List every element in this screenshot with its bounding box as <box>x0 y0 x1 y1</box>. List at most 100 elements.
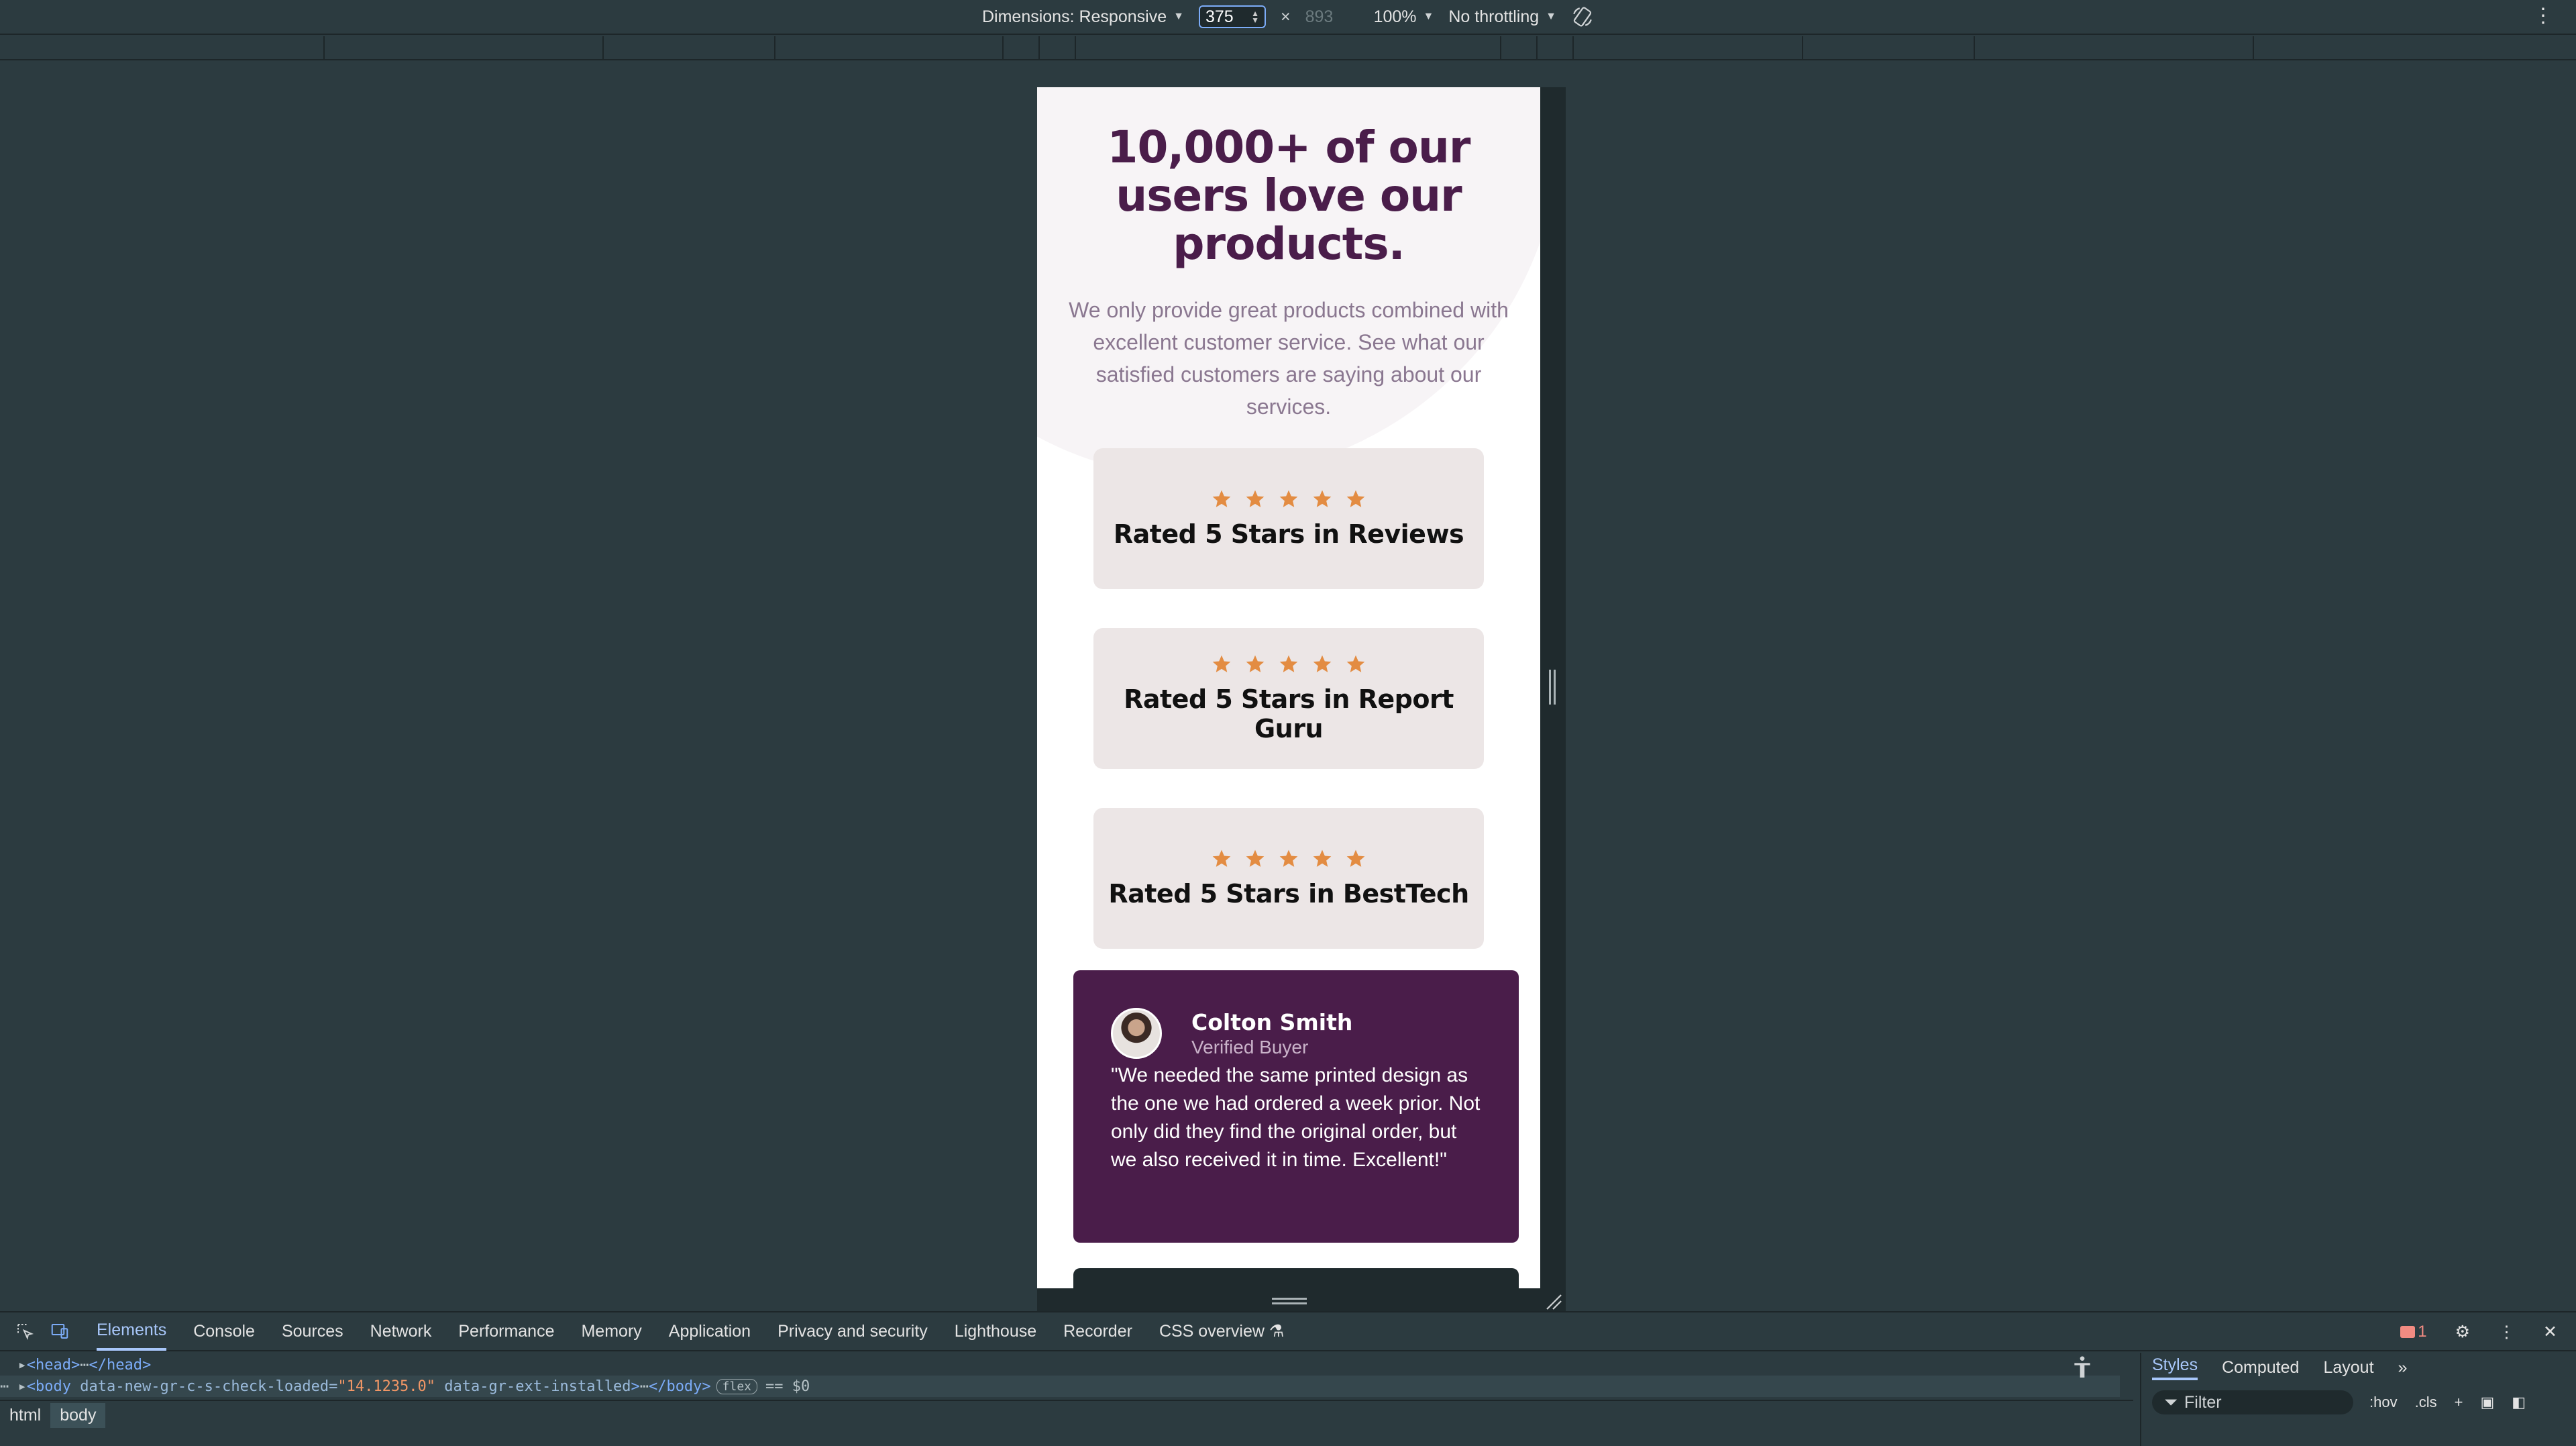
tab-css-overview-label: CSS overview <box>1159 1321 1265 1341</box>
device-toolbar-controls: Dimensions: Responsive ▼ 375 ▲ ▼ × 893 10… <box>982 5 1594 28</box>
tab-elements[interactable]: Elements <box>97 1312 167 1351</box>
testimonial-author: Colton Smith Verified Buyer <box>1191 1009 1352 1058</box>
star-icon <box>1346 490 1365 507</box>
body-attr-name: data-gr-ext-installed <box>444 1378 631 1395</box>
tab-computed[interactable]: Computed <box>2222 1358 2299 1378</box>
star-icon <box>1246 849 1265 867</box>
ellipsis-icon: ⋯ <box>80 1356 89 1374</box>
hov-toggle[interactable]: :hov <box>2369 1394 2398 1411</box>
tab-sources[interactable]: Sources <box>282 1312 343 1351</box>
resize-corner-icon[interactable] <box>1543 1291 1563 1311</box>
more-options-icon[interactable]: ⋮ <box>2498 1322 2515 1342</box>
sidebar-toggle-icon[interactable]: ◧ <box>2512 1394 2526 1411</box>
chevron-down-icon: ▼ <box>1423 11 1434 22</box>
rating-label: Rated 5 Stars in Report Guru <box>1124 684 1454 743</box>
issues-badge[interactable]: 1 <box>2400 1323 2427 1341</box>
tag-close-bracket: > <box>631 1378 640 1395</box>
star-icon <box>1279 655 1298 672</box>
star-rating <box>1211 654 1366 675</box>
tab-recorder[interactable]: Recorder <box>1063 1312 1132 1351</box>
breadcrumb-html[interactable]: html <box>0 1403 50 1428</box>
ruler-tick <box>1974 36 1975 60</box>
star-icon <box>1246 490 1265 507</box>
rating-label: Rated 5 Stars in Reviews <box>1113 519 1464 549</box>
more-options-icon[interactable]: ⋮ <box>2533 4 2553 28</box>
tab-memory[interactable]: Memory <box>581 1312 641 1351</box>
ruler-tick <box>1002 36 1004 60</box>
tab-performance[interactable]: Performance <box>458 1312 554 1351</box>
filter-placeholder: Filter <box>2184 1392 2222 1412</box>
tab-privacy-security[interactable]: Privacy and security <box>777 1312 928 1351</box>
close-icon[interactable]: ✕ <box>2543 1322 2557 1342</box>
styles-toolbar: :hov .cls + ▣ ◧ <box>2369 1390 2526 1414</box>
star-icon <box>1212 490 1231 507</box>
tab-application[interactable]: Application <box>669 1312 751 1351</box>
star-icon <box>1313 490 1332 507</box>
testimonial-quote: "We needed the same printed design as th… <box>1111 1064 1481 1171</box>
add-rule-icon[interactable]: + <box>2455 1394 2463 1411</box>
star-icon <box>1313 849 1332 867</box>
author-name: Colton Smith <box>1191 1009 1353 1035</box>
width-input[interactable]: 375 ▲ ▼ <box>1198 5 1266 28</box>
breadcrumb-body[interactable]: body <box>50 1402 106 1428</box>
rating-label: Rated 5 Stars in BestTech <box>1108 879 1469 909</box>
body-attr-value: "14.1235.0" <box>337 1378 436 1395</box>
head-close-tag: </head> <box>89 1356 152 1374</box>
expand-arrow-icon[interactable]: ▸ <box>0 1357 26 1374</box>
intro-text: We only provide great products combined … <box>1069 298 1509 419</box>
chevron-down-icon: ▼ <box>1546 11 1556 22</box>
rotate-icon[interactable] <box>1571 5 1594 28</box>
height-input[interactable]: 893 <box>1305 7 1359 27</box>
styles-filter-input[interactable]: ⏷ Filter <box>2152 1390 2353 1414</box>
ruler-tick <box>1802 36 1803 60</box>
zoom-label: 100% <box>1373 7 1417 26</box>
device-toolbar-icon[interactable] <box>50 1321 70 1341</box>
cls-toggle[interactable]: .cls <box>2415 1394 2437 1411</box>
media-query-ruler <box>0 36 2576 60</box>
star-icon <box>1279 849 1298 867</box>
rating-card: Rated 5 Stars in BestTech <box>1093 808 1484 949</box>
dimensions-dropdown[interactable]: Dimensions: Responsive ▼ <box>982 7 1184 27</box>
width-resize-handle[interactable] <box>1549 670 1556 705</box>
tab-styles[interactable]: Styles <box>2152 1355 2198 1380</box>
paint-icon[interactable]: ▣ <box>2480 1394 2494 1411</box>
tab-network[interactable]: Network <box>370 1312 432 1351</box>
tab-console[interactable]: Console <box>193 1312 255 1351</box>
dimension-separator: × <box>1280 7 1291 26</box>
star-icon <box>1246 655 1265 672</box>
inspect-element-icon[interactable] <box>15 1321 35 1341</box>
star-icon <box>1346 655 1365 672</box>
body-open-tag: <body <box>26 1378 71 1395</box>
height-resize-handle[interactable] <box>1272 1298 1307 1304</box>
dom-node-head[interactable]: ▸ <head> ⋯ </head> <box>0 1354 151 1376</box>
star-rating <box>1211 848 1366 870</box>
tab-css-overview[interactable]: CSS overview ⚗ <box>1159 1312 1284 1351</box>
star-icon <box>1313 655 1332 672</box>
zoom-dropdown[interactable]: 100% ▼ <box>1374 7 1434 27</box>
author-role: Verified Buyer <box>1191 1036 1309 1057</box>
tab-lighthouse[interactable]: Lighthouse <box>955 1312 1036 1351</box>
ruler-tick <box>1572 36 1574 60</box>
throttling-dropdown[interactable]: No throttling ▼ <box>1448 7 1556 27</box>
devtools-tab-bar: Elements Console Sources Network Perform… <box>0 1312 2576 1351</box>
dom-node-body[interactable]: ⋯ ▸ <body data-new-gr-c-s-check-loaded= … <box>0 1376 2120 1397</box>
star-icon <box>1212 655 1231 672</box>
experiment-icon: ⚗ <box>1264 1322 1285 1341</box>
body-attr-name: data-new-gr-c-s-check-loaded= <box>80 1378 338 1395</box>
stepper-icon[interactable]: ▲ ▼ <box>1251 9 1259 24</box>
accessibility-icon[interactable] <box>2069 1354 2096 1381</box>
device-toolbar: Dimensions: Responsive ▼ 375 ▲ ▼ × 893 10… <box>0 0 2576 35</box>
expand-arrow-icon[interactable]: ⋯ ▸ <box>0 1378 27 1395</box>
filter-icon: ⏷ <box>2164 1392 2178 1412</box>
more-tabs-icon[interactable]: » <box>2398 1358 2408 1378</box>
throttling-label: No throttling <box>1448 7 1540 26</box>
testimonial-card <box>1073 1268 1519 1288</box>
tab-layout[interactable]: Layout <box>2323 1358 2373 1378</box>
head-open-tag: <head> <box>26 1356 80 1374</box>
devtools-panel: Elements Console Sources Network Perform… <box>0 1311 2576 1446</box>
styles-tab-bar: Styles Computed Layout » <box>2141 1353 2576 1382</box>
settings-gear-icon[interactable]: ⚙ <box>2455 1322 2470 1342</box>
page-title: 10,000+ of our users love our products. <box>1107 121 1471 270</box>
issues-count: 1 <box>2418 1323 2427 1341</box>
flex-badge[interactable]: flex <box>716 1378 758 1394</box>
